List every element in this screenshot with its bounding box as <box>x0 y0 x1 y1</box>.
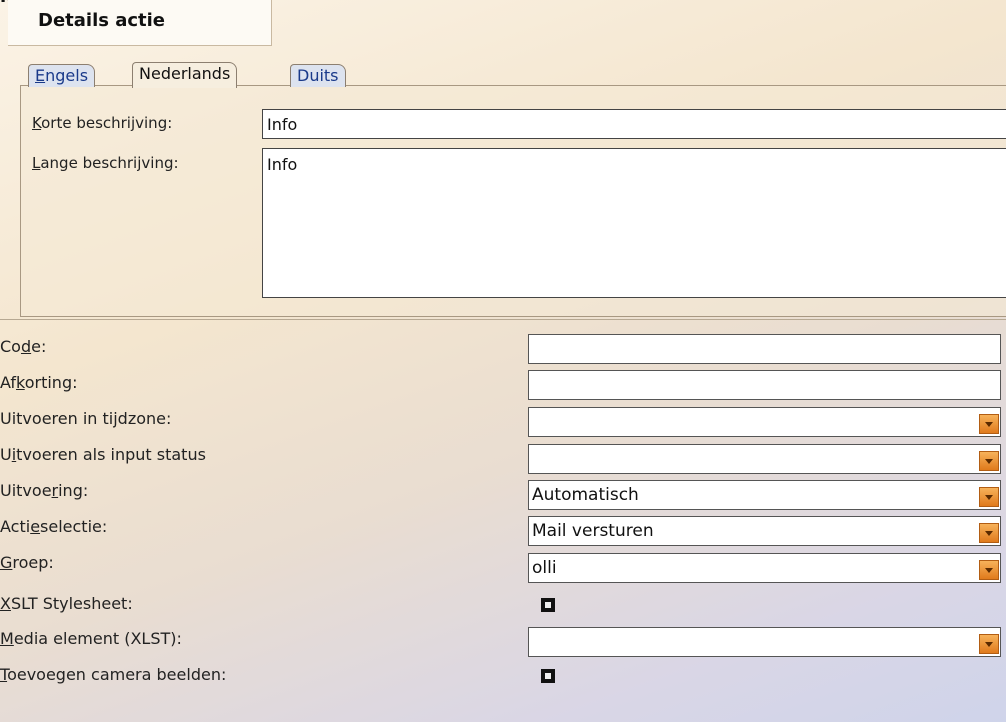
chevron-down-icon[interactable] <box>979 523 999 543</box>
groep-label-accel: G <box>0 553 13 572</box>
actieselectie-label-accel: e <box>30 517 41 536</box>
tijdzone-select[interactable] <box>528 407 1001 437</box>
afkorting-label: Afkorting: <box>0 373 78 392</box>
actieselectie-value: Mail versturen <box>532 521 654 541</box>
input-status-label-rest: tvoeren als input status <box>16 445 206 464</box>
chevron-down-icon[interactable] <box>979 414 999 434</box>
details-header-tab: Details actie <box>8 0 272 46</box>
uitvoering-select[interactable]: Automatisch <box>528 480 1001 510</box>
afkorting-label-accel: k <box>16 373 25 392</box>
input-status-label: Uitvoeren als input status <box>0 445 206 464</box>
actieselectie-label-prefix: Acti <box>0 517 31 536</box>
tab-engels[interactable]: Engels <box>28 64 96 87</box>
tab-engels-label: ngels <box>45 66 89 85</box>
media-label-accel: M <box>0 629 14 648</box>
uitvoering-label-rest: ing: <box>58 481 89 500</box>
tab-nederlands[interactable]: Nederlands <box>132 62 238 88</box>
media-label-rest: edia element (XLST): <box>13 629 182 648</box>
media-label: Media element (XLST): <box>0 629 182 648</box>
uitvoering-label-prefix: Uitvoe <box>0 481 52 500</box>
tijdzone-label: Uitvoeren in tijdzone: <box>0 409 171 428</box>
long-description-label: Lange beschrijving: <box>32 154 179 172</box>
actieselectie-label-rest: selectie: <box>40 517 108 536</box>
afkorting-label-rest: orting: <box>24 373 78 392</box>
code-input[interactable] <box>528 334 1001 364</box>
actieselectie-select[interactable]: Mail versturen <box>528 516 1001 546</box>
camera-checkbox[interactable] <box>541 669 555 683</box>
groep-value: olli <box>532 558 557 578</box>
chevron-down-icon[interactable] <box>979 487 999 507</box>
camera-label: Toevoegen camera beelden: <box>0 665 226 684</box>
tijdzone-label-prefix: Uitvoeren in ti <box>0 409 114 428</box>
uitvoering-label: Uitvoering: <box>0 481 88 500</box>
afkorting-label-prefix: Af <box>0 373 17 392</box>
long-description-textarea[interactable]: Info <box>262 148 1006 298</box>
camera-label-rest: oevoegen camera beelden: <box>7 665 227 684</box>
tab-duits[interactable]: Duits <box>290 64 346 87</box>
tab-engels-accel: E <box>35 66 46 85</box>
short-description-label-text: orte beschrijving: <box>41 114 173 132</box>
media-select[interactable] <box>528 627 1001 657</box>
groep-label: Groep: <box>0 553 54 572</box>
code-label-rest: e: <box>31 337 47 356</box>
long-description-label-text: ange beschrijving: <box>40 154 179 172</box>
chevron-down-icon[interactable] <box>979 634 999 654</box>
short-description-label: Korte beschrijving: <box>32 114 172 132</box>
xslt-label: XSLT Stylesheet: <box>0 594 133 613</box>
xslt-checkbox[interactable] <box>541 598 555 612</box>
tab-nederlands-label: Nederlands <box>139 64 231 83</box>
details-title: Details actie <box>38 10 166 31</box>
code-label: Code: <box>0 337 46 356</box>
groep-label-rest: roep: <box>12 553 54 572</box>
xslt-label-accel: X <box>0 594 11 613</box>
chevron-down-icon[interactable] <box>979 560 999 580</box>
code-label-prefix: Co <box>0 337 21 356</box>
afkorting-input[interactable] <box>528 370 1001 400</box>
uitvoering-value: Automatisch <box>532 485 639 505</box>
input-status-select[interactable] <box>528 444 1001 474</box>
tijdzone-label-rest: dzone: <box>117 409 172 428</box>
camera-label-accel: T <box>0 665 8 684</box>
short-description-accel: K <box>32 114 42 132</box>
groep-select[interactable]: olli <box>528 553 1001 583</box>
actieselectie-label: Actieselectie: <box>0 517 107 536</box>
tab-duits-label: Duits <box>297 66 339 85</box>
section-divider <box>0 319 1006 320</box>
input-status-label-prefix: U <box>0 445 12 464</box>
code-label-accel: d <box>20 337 32 356</box>
chevron-down-icon[interactable] <box>979 451 999 471</box>
xslt-label-rest: SLT Stylesheet: <box>10 594 133 613</box>
short-description-input[interactable] <box>262 109 1006 139</box>
